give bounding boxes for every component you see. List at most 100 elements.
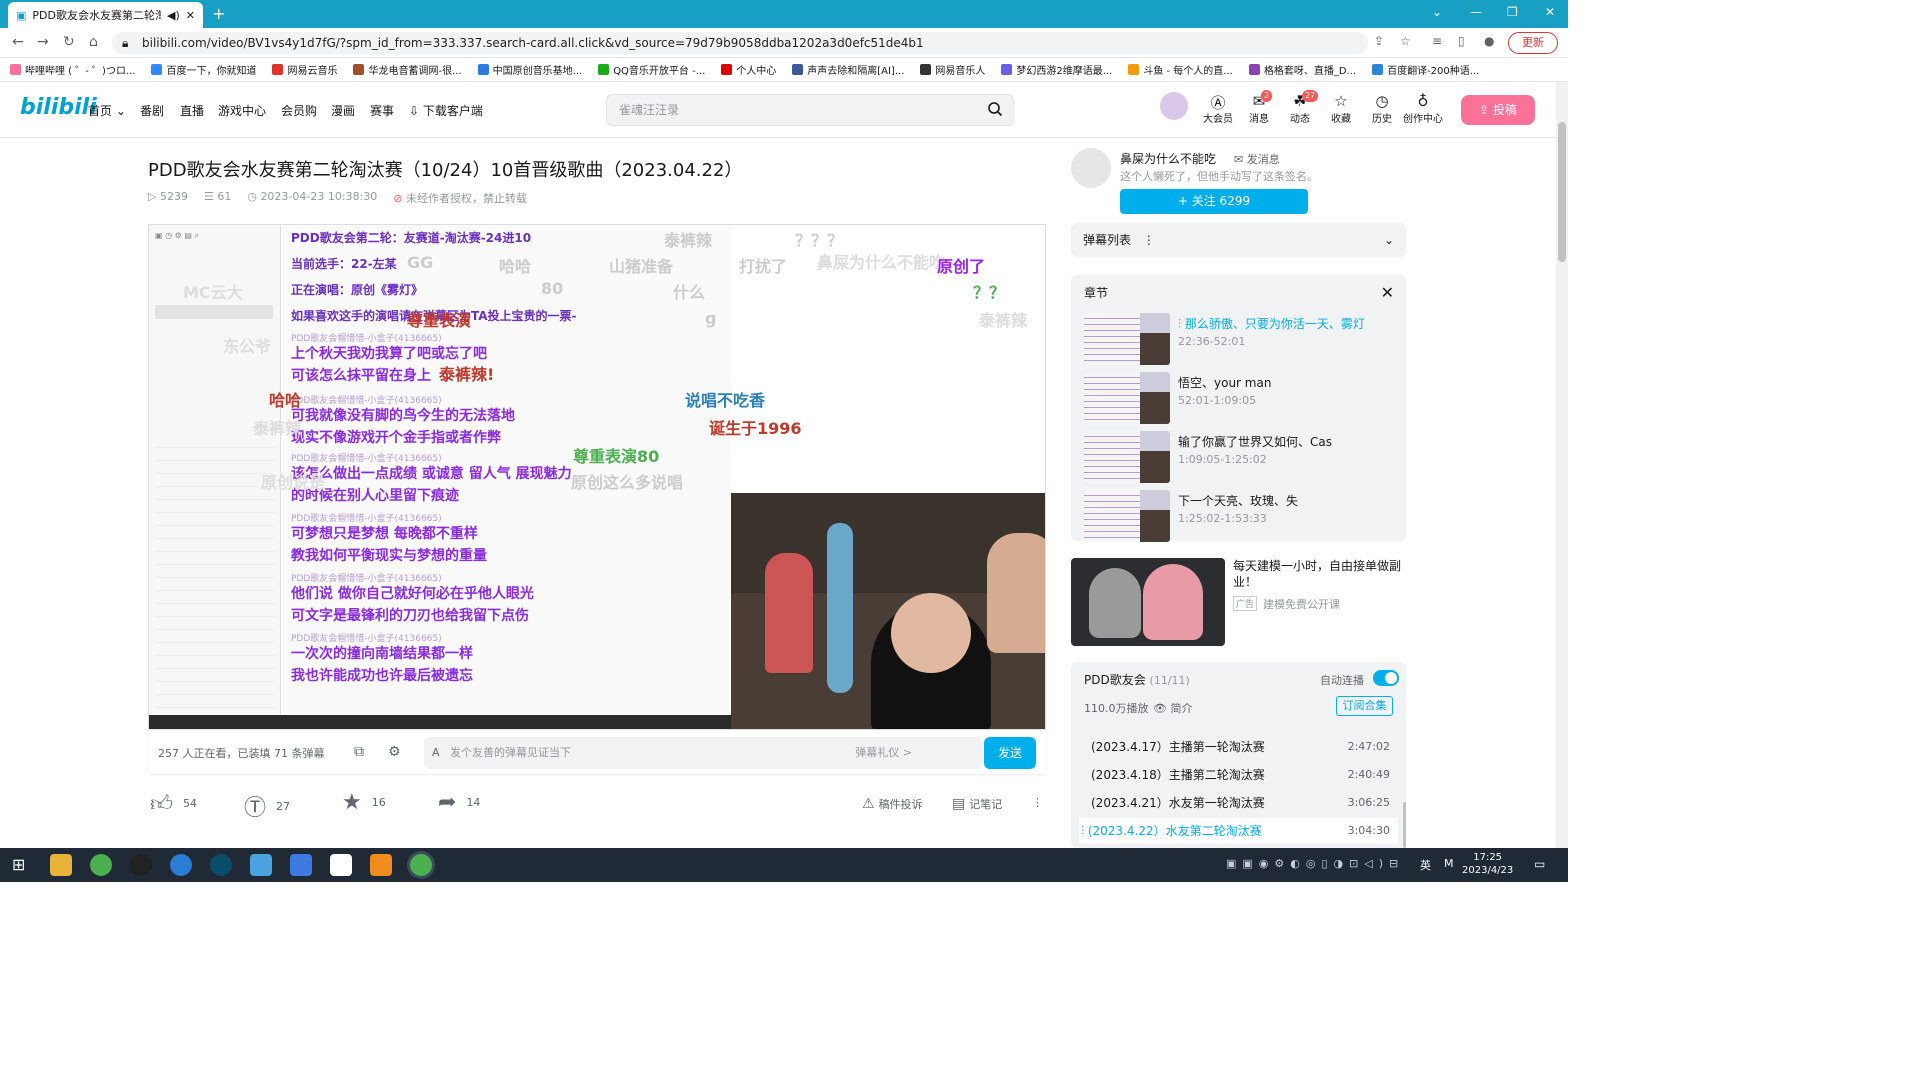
share-icon[interactable]: ⇪ bbox=[1374, 34, 1384, 48]
ad-title[interactable]: 每天建模一小时，自由接单做副业！ bbox=[1233, 558, 1405, 590]
up-name[interactable]: 鼻屎为什么不能吃 bbox=[1120, 150, 1216, 167]
video-player[interactable]: ▣ ◷ ⚙ ▤ ⌕ PDD歌友会第二轮：友赛道-淘汰赛-24进10 当前选手：22… bbox=[148, 224, 1046, 730]
send-danmaku-button[interactable]: 发送 bbox=[984, 737, 1036, 769]
app-icon[interactable] bbox=[210, 854, 232, 876]
bookmark-item[interactable]: 网易音乐人 bbox=[920, 62, 985, 77]
chrome-active-icon[interactable] bbox=[410, 854, 432, 876]
header-icon-0[interactable]: Ⓐ 大会员 bbox=[1198, 92, 1238, 125]
bookmark-item[interactable]: 百度翻译-200种语... bbox=[1372, 62, 1479, 77]
episode-item[interactable]: (2023.4.18）主播第二轮淘汰赛 2:40:49 bbox=[1079, 762, 1398, 788]
bookmark-item[interactable]: 声声去除和隔离[AI]... bbox=[792, 62, 904, 77]
header-icon-5[interactable]: ♁ 创作中心 bbox=[1403, 92, 1443, 125]
url-field[interactable]: 🔒︎ bilibili.com/video/BV1vs4y1d7fG/?spm_… bbox=[112, 32, 1368, 54]
header-icon-2[interactable]: ☘ 动态 27 bbox=[1280, 90, 1320, 125]
bookmark-star-icon[interactable]: ☆ bbox=[1400, 34, 1411, 48]
search-icon[interactable] bbox=[987, 101, 1003, 117]
kugou-icon[interactable] bbox=[170, 854, 192, 876]
nav-item[interactable]: 漫画 bbox=[331, 102, 355, 119]
tab-close-icon[interactable]: ✕ bbox=[186, 9, 195, 22]
favorite-button[interactable]: ★ 16 bbox=[342, 790, 386, 815]
chapter-item[interactable]: 输了你赢了世界又如何、Cas 1:09:05-1:25:02 bbox=[1084, 431, 1394, 483]
messenger-icon[interactable] bbox=[290, 854, 312, 876]
chapter-item[interactable]: ⫶ 那么骄傲、只要为你活一天、雾灯 22:36-52:01 bbox=[1084, 313, 1394, 365]
file-explorer-icon[interactable] bbox=[50, 854, 72, 876]
tab-search-icon[interactable]: ⌄ bbox=[1432, 5, 1442, 19]
taskbar-clock[interactable]: 17:25 2023/4/23 bbox=[1462, 851, 1513, 877]
reading-list-icon[interactable]: ≡ bbox=[1432, 34, 1442, 48]
restore-icon[interactable]: ❐ bbox=[1507, 5, 1518, 19]
danmaku-etiquette-link[interactable]: 弹幕礼仪 > bbox=[855, 737, 912, 769]
nav-item[interactable]: 游戏中心 bbox=[218, 102, 266, 119]
window-close-icon[interactable]: ✕ bbox=[1545, 5, 1555, 19]
ad-image[interactable] bbox=[1071, 558, 1225, 646]
settings-app-icon[interactable] bbox=[250, 854, 272, 876]
chevron-down-icon[interactable]: ⌄ bbox=[1384, 223, 1394, 257]
nav-item[interactable]: 首页 ⌄ bbox=[88, 102, 126, 119]
nav-item[interactable]: 赛事 bbox=[370, 102, 394, 119]
episode-item[interactable]: (2023.4.17）主播第一轮淘汰赛 2:47:02 bbox=[1079, 734, 1398, 760]
archive-icon[interactable] bbox=[370, 854, 392, 876]
bookmark-item[interactable]: 梦幻西游2维摩语最... bbox=[1001, 62, 1112, 77]
danmaku-settings-icon[interactable]: ⚙ bbox=[388, 744, 401, 760]
danmaku-style-icon[interactable]: A bbox=[432, 737, 440, 769]
bookmark-item[interactable]: 华龙电音蓄调网-很... bbox=[353, 62, 462, 77]
subscribe-collection-button[interactable]: 订阅合集 bbox=[1336, 696, 1393, 716]
bookmark-item[interactable]: 百度一下，你就知道 bbox=[151, 62, 256, 77]
header-icon-4[interactable]: ◷ 历史 bbox=[1362, 92, 1402, 125]
bookmark-item[interactable]: 哔哩哔哩 ( ゜- ゜)つロ... bbox=[10, 62, 135, 77]
back-icon[interactable]: ← bbox=[12, 34, 24, 50]
follow-button[interactable]: + 关注 6299 bbox=[1120, 189, 1308, 214]
bookmark-item[interactable]: 中国原创音乐基地... bbox=[477, 62, 582, 77]
autoplay-toggle[interactable] bbox=[1373, 670, 1399, 686]
ime-mode-icon[interactable]: M bbox=[1444, 857, 1454, 870]
episode-item[interactable]: ⫶ (2023.4.22）水友第二轮淘汰赛 3:04:30 bbox=[1079, 818, 1398, 844]
bookmark-item[interactable]: 个人中心 bbox=[721, 62, 776, 77]
episode-scrollbar[interactable] bbox=[1403, 802, 1406, 848]
user-avatar[interactable] bbox=[1160, 92, 1188, 120]
bilibili-logo[interactable]: bilibili bbox=[20, 95, 97, 120]
tool-icon[interactable] bbox=[330, 854, 352, 876]
chrome-icon[interactable] bbox=[90, 854, 112, 876]
danmaku-input[interactable]: A 发个友善的弹幕见证当下 弹幕礼仪 > bbox=[424, 737, 982, 769]
upload-button[interactable]: ⇪ 投稿 bbox=[1461, 95, 1535, 125]
bookmark-item[interactable]: 网易云音乐 bbox=[272, 62, 337, 77]
forward-icon[interactable]: → bbox=[37, 34, 49, 50]
header-icon-1[interactable]: ✉ 消息 2 bbox=[1239, 90, 1279, 125]
reload-icon[interactable]: ↻ bbox=[63, 34, 75, 50]
more-options-icon[interactable]: ⋮ bbox=[1143, 233, 1155, 247]
nav-item[interactable]: 番剧 bbox=[140, 102, 164, 119]
update-button[interactable]: 更新 bbox=[1508, 32, 1558, 54]
ime-indicator[interactable]: 英 bbox=[1420, 857, 1431, 873]
send-message-link[interactable]: ✉ 发消息 bbox=[1234, 151, 1280, 167]
page-scrollbar[interactable] bbox=[1556, 82, 1568, 848]
report-button[interactable]: ⚠ 稿件投诉 bbox=[862, 796, 923, 812]
coin-button[interactable]: Ⓣ 27 bbox=[244, 790, 290, 822]
danmaku-list-panel[interactable]: 弹幕列表 ⋮ ⌄ bbox=[1071, 223, 1406, 257]
like-button[interactable]: 👍︎ 54 bbox=[150, 790, 197, 817]
episode-item[interactable]: (2023.4.21）水友第一轮淘汰赛 3:06:25 bbox=[1079, 790, 1398, 816]
ad-card[interactable]: 每天建模一小时，自由接单做副业！ 广告 建模免费公开课 bbox=[1071, 558, 1406, 646]
system-tray-icons[interactable]: ▣▣◉⚙◐◎▯◑⊡◁)⊟ bbox=[1226, 857, 1404, 870]
more-menu-icon[interactable]: ⋮ bbox=[1032, 796, 1043, 809]
windows-start-icon[interactable]: ⊞ bbox=[12, 855, 25, 874]
nav-item[interactable]: ⇩ 下载客户端 bbox=[409, 102, 483, 119]
audio-icon[interactable]: ◀) bbox=[167, 9, 180, 22]
collection-intro[interactable]: 👁︎ 简介 bbox=[1153, 700, 1192, 716]
close-icon[interactable]: ✕ bbox=[1381, 283, 1394, 302]
bookmark-item[interactable]: 格格套呀、直播_D... bbox=[1248, 62, 1356, 77]
new-tab-icon[interactable]: + bbox=[212, 4, 225, 23]
profile-icon[interactable]: ● bbox=[1484, 34, 1494, 48]
home-icon[interactable]: ⌂ bbox=[89, 34, 98, 50]
scrollbar-thumb[interactable] bbox=[1558, 122, 1566, 262]
share-button[interactable]: ➦ 14 bbox=[438, 790, 480, 815]
lock-icon[interactable]: 🔒︎ bbox=[122, 32, 128, 54]
bookmark-item[interactable]: QQ音乐开放平台 -... bbox=[598, 62, 705, 77]
qq-icon[interactable] bbox=[130, 854, 152, 876]
browser-tab[interactable]: ▣ PDD歌友会水友赛第二轮淘 ◀) ✕ bbox=[8, 2, 203, 28]
header-icon-3[interactable]: ☆ 收藏 bbox=[1321, 92, 1361, 125]
chapter-item[interactable]: 悟空、your man 52:01-1:09:05 bbox=[1084, 372, 1394, 424]
note-button[interactable]: ▤ 记笔记 bbox=[952, 796, 1002, 812]
nav-item[interactable]: 直播 bbox=[180, 102, 204, 119]
sidepanel-icon[interactable]: ▯ bbox=[1458, 34, 1465, 48]
up-avatar[interactable] bbox=[1071, 148, 1111, 188]
